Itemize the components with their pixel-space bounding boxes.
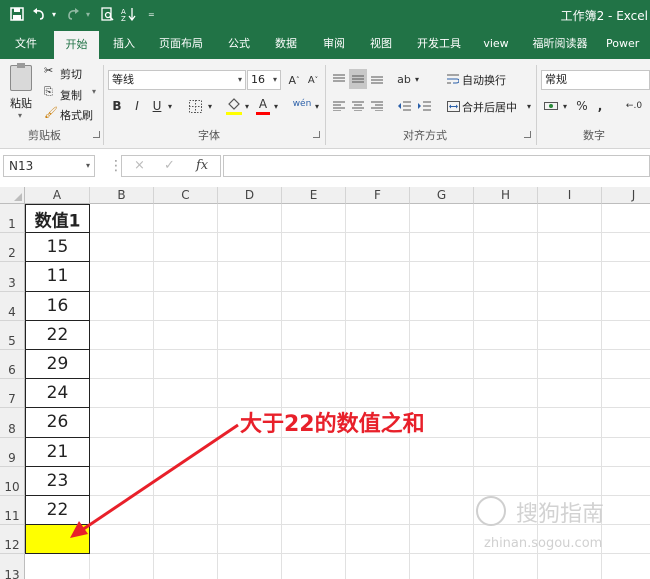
arrow-line — [81, 423, 239, 532]
watermark-logo — [476, 496, 506, 526]
watermark-url: zhinan.sogou.com — [484, 536, 603, 551]
annotation-arrow — [70, 423, 239, 538]
watermark-text: 搜狗指南 — [516, 502, 605, 527]
